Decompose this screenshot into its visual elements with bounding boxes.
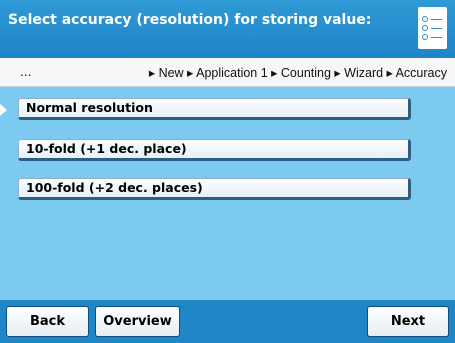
selection-arrow-icon [0,104,7,116]
next-button[interactable]: Next [367,306,449,337]
list-menu-icon[interactable] [418,7,447,49]
breadcrumb-path: ▸ New ▸ Application 1 ▸ Counting ▸ Wizar… [148,66,447,80]
option-10-fold[interactable]: 10-fold (+1 dec. place) [18,139,411,161]
header-bar: Select accuracy (resolution) for storing… [0,0,455,58]
option-normal-resolution[interactable]: Normal resolution [18,98,411,120]
options-panel: Normal resolution 10-fold (+1 dec. place… [0,87,455,300]
breadcrumb: ... ▸ New ▸ Application 1 ▸ Counting ▸ W… [0,58,455,87]
footer-bar: Back Overview Next [0,300,455,343]
option-100-fold[interactable]: 100-fold (+2 dec. places) [18,178,411,200]
overview-button[interactable]: Overview [95,306,180,337]
back-button[interactable]: Back [6,306,89,337]
page-title: Select accuracy (resolution) for storing… [8,12,372,28]
breadcrumb-ellipsis[interactable]: ... [20,65,31,79]
